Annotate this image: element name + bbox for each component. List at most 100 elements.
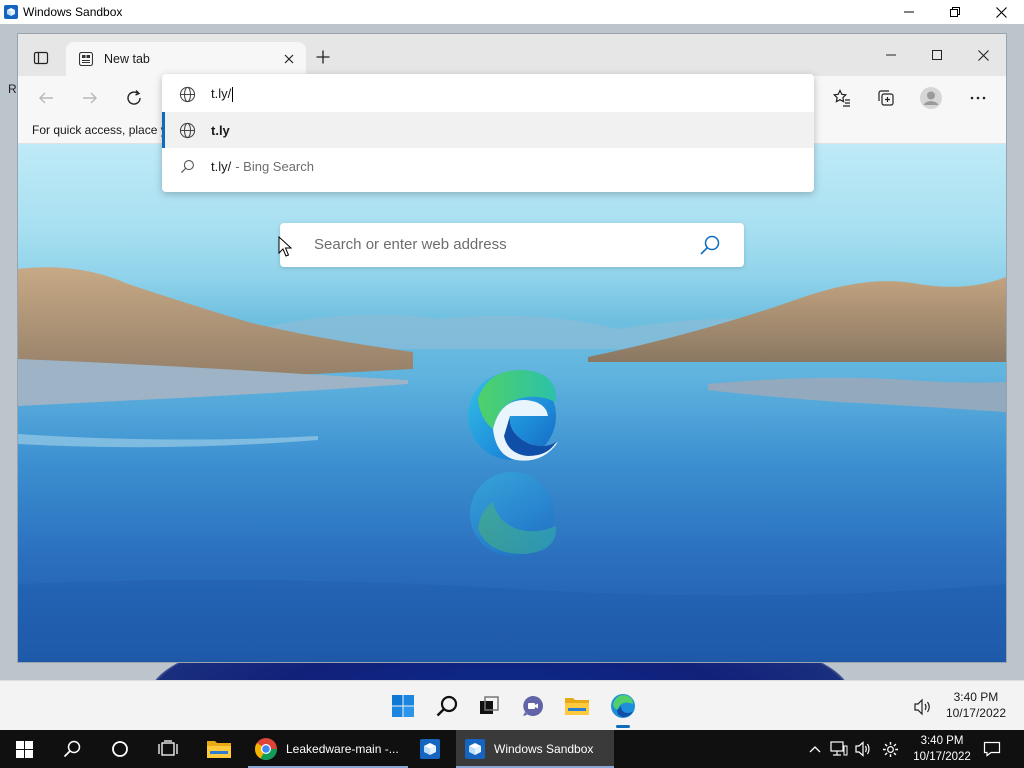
sandbox-taskbar: 3:40 PM 10/17/2022 (0, 680, 1024, 730)
globe-icon (178, 121, 196, 139)
start-button[interactable] (388, 691, 418, 721)
edge-logo-reflection (470, 472, 557, 556)
new-tab-button[interactable] (312, 46, 334, 68)
sandbox-titlebar: Windows Sandbox (0, 0, 1024, 24)
host-clock[interactable]: 3:40 PM 10/17/2022 (908, 733, 976, 765)
minimize-icon (886, 54, 896, 56)
network-icon (830, 741, 848, 756)
address-bar-dropdown: t.ly/ t.ly t.ly/- Bing Search (162, 74, 814, 192)
taskbar-app-chrome[interactable]: Leakedware-main -... (248, 730, 408, 768)
suggestion-text: t.ly/ (211, 158, 232, 174)
profile-button[interactable] (917, 84, 945, 112)
browser-maximize-button[interactable] (914, 34, 960, 76)
minimize-icon (904, 11, 914, 13)
arrow-right-icon (83, 92, 97, 104)
folder-icon (565, 698, 589, 715)
suggestion-row-url[interactable]: t.ly (162, 112, 814, 148)
lake-wallpaper (18, 267, 1006, 662)
chrome-icon (255, 738, 277, 760)
chat-icon (523, 696, 543, 716)
suggestion-text: t.ly (211, 122, 230, 138)
host-task-view-button[interactable] (144, 730, 192, 768)
sandbox-restore-button[interactable] (932, 0, 978, 24)
taskbar-sandbox-pinned[interactable] (408, 730, 452, 768)
taskbar-app-label: Leakedware-main -... (286, 742, 399, 756)
tab-close-button[interactable] (280, 50, 298, 68)
volume-icon[interactable] (912, 697, 932, 717)
windows-logo-icon (15, 740, 33, 758)
taskbar-app-windows-sandbox[interactable]: Windows Sandbox (456, 730, 614, 768)
host-volume-button[interactable] (852, 730, 874, 768)
gear-icon (882, 741, 898, 757)
favorites-button[interactable] (828, 84, 856, 112)
network-button[interactable] (828, 730, 850, 768)
favorites-bar-hint: For quick access, place y (32, 123, 167, 137)
close-icon (977, 49, 989, 61)
ntp-search-box[interactable]: Search or enter web address (280, 223, 744, 267)
search-icon (178, 157, 196, 175)
sandbox-date: 10/17/2022 (945, 706, 1006, 720)
active-app-indicator (616, 725, 630, 728)
tab-new-tab[interactable]: New tab (66, 42, 306, 76)
browser-minimize-button[interactable] (868, 34, 914, 76)
settings-button[interactable] (878, 730, 902, 768)
host-file-explorer-button[interactable] (196, 730, 242, 768)
browser-close-button[interactable] (960, 34, 1006, 76)
settings-and-more-button[interactable] (964, 84, 992, 112)
tab-actions-icon (33, 51, 49, 65)
host-start-button[interactable] (0, 730, 48, 768)
globe-icon (178, 85, 196, 103)
search-icon[interactable] (698, 233, 722, 257)
close-icon (284, 54, 294, 64)
new-tab-page: Search or enter web address (18, 144, 1006, 662)
edge-icon (611, 694, 635, 718)
edge-taskbar-button[interactable] (608, 691, 638, 721)
search-icon (63, 740, 81, 758)
host-taskbar: Leakedware-main -... Windows Sandbox 3:4… (0, 730, 1024, 768)
address-input[interactable]: t.ly/ (162, 76, 814, 112)
forward-button[interactable] (76, 84, 104, 112)
chat-button[interactable] (518, 691, 548, 721)
sandbox-icon (465, 739, 485, 759)
refresh-button[interactable] (120, 84, 148, 112)
search-icon (436, 695, 458, 717)
sandbox-time: 3:40 PM (953, 690, 999, 704)
more-horizontal-icon (970, 96, 986, 100)
plus-icon (316, 50, 330, 64)
search-button[interactable] (432, 691, 462, 721)
volume-icon (855, 741, 870, 757)
avatar-icon (920, 87, 942, 109)
host-date: 10/17/2022 (913, 751, 971, 763)
sandbox-title: Windows Sandbox (23, 5, 123, 19)
tab-actions-button[interactable] (28, 46, 54, 70)
sandbox-clock[interactable]: 3:40 PM 10/17/2022 (946, 689, 1006, 721)
cortana-button[interactable] (96, 730, 144, 768)
show-hidden-icons-button[interactable] (804, 730, 826, 768)
folder-icon (207, 741, 231, 758)
restore-icon (950, 7, 960, 17)
suggestion-subtext: - Bing Search (235, 158, 314, 174)
task-view-icon (158, 740, 178, 756)
collections-icon (878, 90, 894, 106)
text-caret (232, 87, 234, 103)
sandbox-minimize-button[interactable] (886, 0, 932, 24)
edge-logo (468, 369, 558, 461)
host-search-button[interactable] (48, 730, 96, 768)
task-view-button[interactable] (474, 691, 504, 721)
collections-button[interactable] (872, 84, 900, 112)
notifications-icon (983, 741, 1001, 757)
chevron-up-icon (809, 746, 821, 753)
address-input-value[interactable]: t.ly/ (211, 86, 231, 101)
ntp-search-input[interactable]: Search or enter web address (314, 236, 507, 253)
sandbox-icon (420, 739, 440, 759)
file-explorer-button[interactable] (562, 691, 592, 721)
sandbox-close-button[interactable] (978, 0, 1024, 24)
arrow-left-icon (39, 92, 53, 104)
taskbar-app-label: Windows Sandbox (494, 742, 594, 756)
close-icon (995, 6, 1007, 18)
suggestion-row-search[interactable]: t.ly/- Bing Search (162, 148, 814, 184)
tab-strip: New tab (18, 34, 1006, 76)
action-center-button[interactable] (978, 730, 1006, 768)
back-button[interactable] (32, 84, 60, 112)
cortana-icon (112, 741, 128, 757)
